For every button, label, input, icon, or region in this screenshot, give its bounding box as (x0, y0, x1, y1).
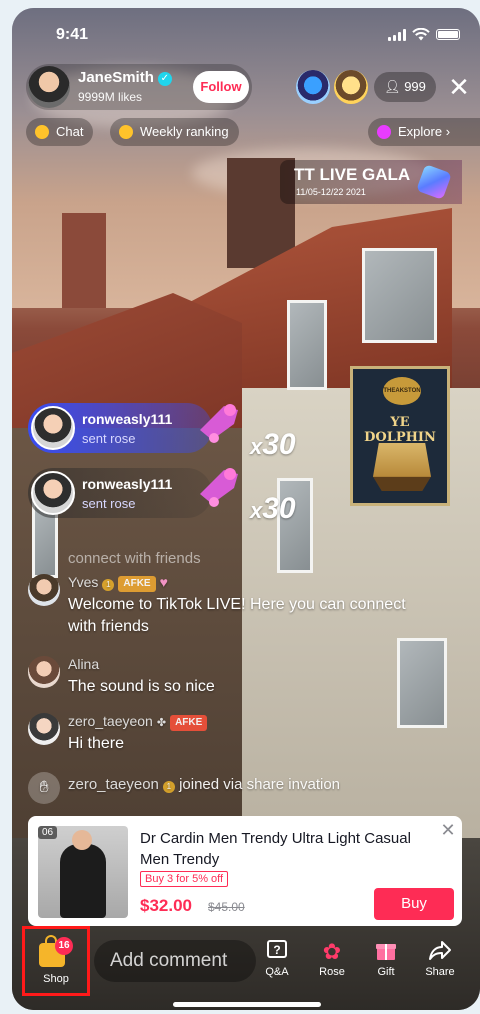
chat-text: The sound is so nice (68, 678, 215, 695)
gift-notification: ronweasly111 sent rose (28, 403, 212, 453)
chat-chip[interactable]: Chat (26, 118, 94, 146)
status-bar: 9:41 (12, 8, 480, 64)
chat-username[interactable]: Alina (68, 656, 99, 672)
shop-label: Shop (43, 973, 69, 985)
chat-avatar[interactable] (28, 574, 60, 606)
qa-button[interactable]: ? Q&A (255, 938, 299, 988)
chat-avatar[interactable] (28, 713, 60, 745)
person-icon: 👤︎ (384, 79, 405, 94)
shop-count-badge: 16 (55, 937, 73, 955)
question-icon: ? (255, 938, 299, 966)
faded-chat-message: connect with friends (68, 550, 201, 567)
rose-gift-icon (194, 464, 242, 510)
chat-avatar[interactable] (28, 656, 60, 688)
sparkle-icon: ✤ (156, 717, 167, 729)
host-avatar[interactable] (28, 66, 70, 108)
share-button[interactable]: Share (418, 938, 462, 988)
host-likes: 9999M likes (78, 90, 143, 104)
chat-icon (35, 125, 49, 139)
gift-sender-avatar (31, 471, 75, 515)
fan-badge: AFKE (170, 715, 208, 731)
fan-badge: AFKE (118, 576, 156, 592)
chimney (62, 213, 106, 308)
level-icon: 1 (102, 579, 115, 591)
join-text: joined via share invation (179, 776, 341, 793)
live-stream-screen: THEAKSTON YE DOLPHIN 9:41 JaneSmith ✓ 999… (12, 8, 480, 1010)
gift-sender-avatar (31, 406, 75, 450)
gala-banner[interactable]: TT LIVE GALA 11/05-12/22 2021 (280, 160, 462, 204)
chat-message: Yves 1 AFKE ♥ Welcome to TikTok LIVE! Here … (28, 574, 408, 638)
pub-sign: THEAKSTON YE DOLPHIN (350, 366, 450, 506)
rose-gift-icon (194, 400, 242, 446)
gift-notification: ronweasly111 sent rose (28, 468, 212, 518)
chat-username[interactable]: Yves (68, 574, 98, 590)
product-card[interactable]: 06 Dr Cardin Men Trendy Ultra Light Casu… (28, 816, 462, 926)
gift-multiplier: x30 (250, 492, 296, 525)
wifi-icon (412, 28, 430, 41)
weekly-ranking-chip[interactable]: Weekly ranking (110, 118, 239, 146)
viewer-count[interactable]: 👤︎ 999 (374, 72, 436, 102)
house-window (362, 248, 437, 343)
verified-icon: ✓ (157, 72, 172, 86)
trophy-icon (119, 125, 133, 139)
house-window (287, 300, 327, 390)
level-icon: 1 (162, 781, 175, 793)
close-icon[interactable]: ✕ (444, 72, 474, 102)
chat-text: Welcome to TikTok LIVE! Here you can con… (68, 596, 406, 635)
heart-icon: ♥ (159, 574, 168, 590)
viewer-avatar[interactable] (334, 70, 368, 104)
gift-button[interactable]: Gift (364, 938, 408, 988)
chat-text: Hi there (68, 735, 125, 752)
product-old-price: $45.00 (208, 900, 245, 914)
gift-multiplier: x30 (250, 428, 296, 461)
gala-dates: 11/05-12/22 2021 (296, 187, 366, 197)
chat-username[interactable]: zero_taeyeon (68, 776, 159, 793)
rose-icon: ✿ (322, 939, 342, 964)
gala-gift-icon (416, 164, 452, 200)
buy-button[interactable]: Buy (374, 888, 454, 920)
home-indicator[interactable] (173, 1002, 321, 1007)
signal-icon (388, 28, 406, 41)
promo-tag: Buy 3 for 5% off (140, 871, 229, 887)
gift-box-icon (364, 938, 408, 966)
host-name: JaneSmith (78, 69, 154, 86)
comment-input[interactable]: Add comment (94, 940, 256, 982)
close-product-icon[interactable]: ✕ (438, 820, 458, 840)
join-notification: ✋︎ zero_taeyeon 1 joined via share invati… (28, 772, 408, 804)
product-image[interactable] (38, 826, 128, 918)
svg-text:?: ? (273, 943, 280, 957)
explore-icon (377, 125, 391, 139)
chat-username[interactable]: zero_taeyeon (68, 713, 153, 729)
shop-button[interactable]: 16 Shop (22, 926, 90, 996)
chat-message: Alina The sound is so nice (28, 656, 408, 700)
host-info[interactable]: JaneSmith ✓ 9999M likes Follow (26, 64, 252, 110)
share-icon (418, 938, 462, 966)
status-time: 9:41 (56, 26, 89, 43)
product-number: 06 (38, 826, 58, 839)
follow-button[interactable]: Follow (193, 71, 249, 103)
explore-chip[interactable]: Explore › (368, 118, 480, 146)
gala-title: TT LIVE GALA (294, 165, 411, 184)
wave-icon: ✋︎ (28, 772, 60, 804)
product-price: $32.00 (140, 896, 192, 915)
product-title[interactable]: Dr Cardin Men Trendy Ultra Light Casual … (140, 828, 430, 870)
battery-icon (436, 29, 460, 40)
chat-message: zero_taeyeon ✤ AFKE Hi there (28, 713, 408, 757)
rose-button[interactable]: ✿ Rose (310, 938, 354, 988)
viewer-avatar[interactable] (296, 70, 330, 104)
